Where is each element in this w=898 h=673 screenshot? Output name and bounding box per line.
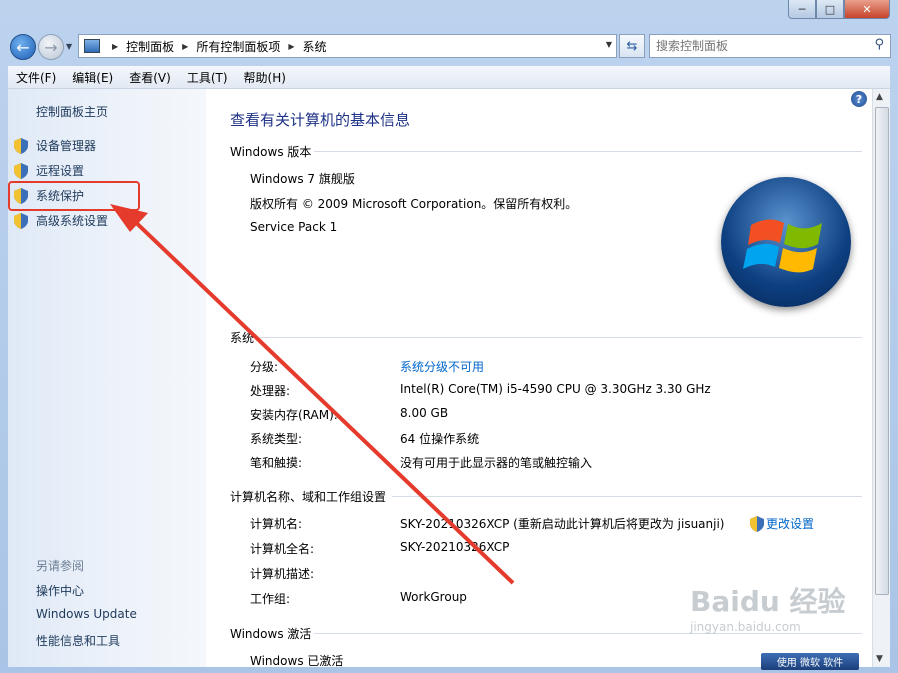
watermark-brand: Baidu 经验 [690, 585, 846, 618]
baidu-watermark: Baidu 经验 jingyan.baidu.com [690, 580, 860, 640]
watermark-url: jingyan.baidu.com [690, 620, 801, 634]
microsoft-badge: 使用 微软 软件 [761, 653, 859, 670]
window-frame: ─ □ ✕ ← → ▼ ▶ 控制面板 ▶ 所有控制面板项 ▶ 系统 ▼ ⇆ ⚲ … [0, 0, 898, 673]
annotation-arrow [110, 204, 515, 585]
